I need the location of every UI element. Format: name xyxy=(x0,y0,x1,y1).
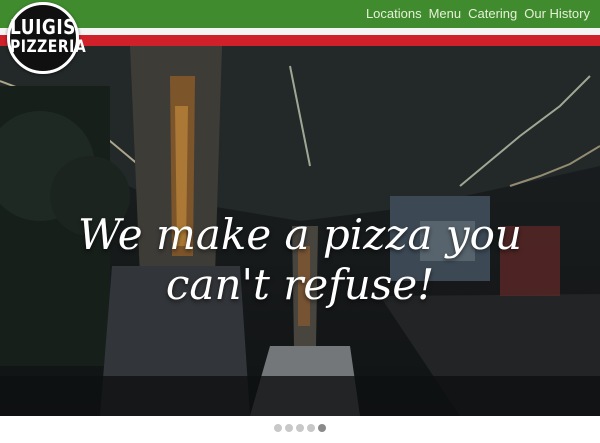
carousel-indicators xyxy=(0,424,600,432)
hero-tagline: We make a pizza you can't refuse! xyxy=(0,210,600,310)
main-navigation: Locations Menu Catering Our History xyxy=(366,6,590,21)
logo-top-text: LUIGIS xyxy=(10,16,76,40)
logo-bottom-text: PIZZERIA xyxy=(10,37,87,57)
hero-tagline-line-2: can't refuse! xyxy=(165,260,435,309)
header-white-stripe xyxy=(0,28,600,35)
carousel-dot[interactable] xyxy=(296,424,304,432)
nav-link-menu[interactable]: Menu xyxy=(429,6,462,21)
nav-link-catering[interactable]: Catering xyxy=(468,6,517,21)
nav-link-locations[interactable]: Locations xyxy=(366,6,422,21)
header-red-stripe xyxy=(0,35,600,46)
carousel-dot[interactable] xyxy=(307,424,315,432)
carousel-dot[interactable] xyxy=(285,424,293,432)
hero-tagline-line-1: We make a pizza you xyxy=(78,210,522,259)
carousel-dot-active[interactable] xyxy=(318,424,326,432)
hero-slide: We make a pizza you can't refuse! xyxy=(0,46,600,416)
nav-link-our-history[interactable]: Our History xyxy=(524,6,590,21)
carousel-dot[interactable] xyxy=(274,424,282,432)
luigis-pizzeria-logo[interactable]: LUIGIS PIZZERIA xyxy=(7,2,87,74)
